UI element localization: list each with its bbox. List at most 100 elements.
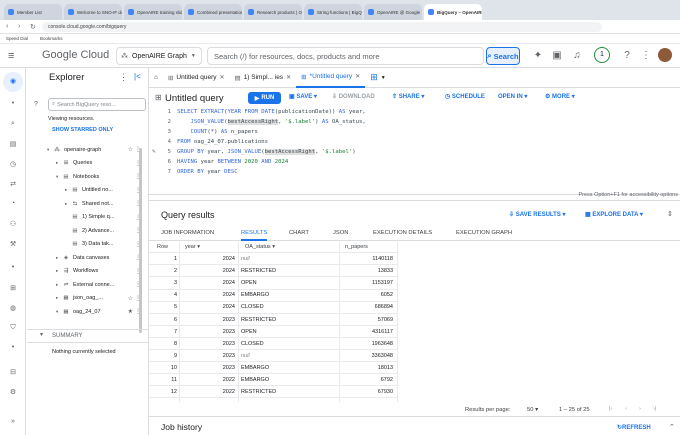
notifications-icon[interactable]: ♫ [571, 50, 583, 62]
table-row[interactable]: 5 2024 CLOSED 686894 [149, 302, 397, 314]
browser-tab[interactable]: Research products | Open [244, 4, 302, 20]
search-input[interactable]: Search (/) for resources, docs, products… [207, 47, 484, 65]
explorer-search-input[interactable]: ⌕ Search BigQuery reso... [48, 98, 146, 111]
history-icon[interactable]: ◷ [8, 160, 18, 170]
search-button[interactable]: ⌕ Search [486, 47, 520, 65]
hamburger-menu-icon[interactable]: ≡ [8, 50, 20, 62]
table-row[interactable]: 1 2024 null 1140118 [149, 254, 397, 266]
column-header-year[interactable]: year ▾ [185, 244, 200, 250]
url-field[interactable]: console.cloud.google.com/bigquery [42, 21, 602, 32]
dot-icon[interactable]: • [8, 264, 18, 274]
browser-tab[interactable]: BigQuery – OpenAIRE Gra [424, 4, 482, 20]
tree-item[interactable]: ▸ ⇶ Workflows ⋮ [27, 266, 143, 277]
help-icon[interactable]: ? [34, 101, 38, 108]
wrench-icon[interactable]: ⚒ [8, 240, 18, 250]
table-row[interactable]: 2 2024 RESTRICTED 13833 [149, 266, 397, 278]
tree-item[interactable]: ▾ ▦ oag_24_07 ★ ⋮ [27, 306, 143, 317]
browser-tab[interactable]: String functions | BigQue [304, 4, 362, 20]
tab-chart[interactable]: CHART [289, 230, 309, 236]
globe-icon[interactable]: ◍ [8, 304, 18, 314]
tree-item[interactable]: ▤ 2) Advance... ⋮ [27, 225, 143, 236]
tree-item[interactable]: ▸ ▦ json_oag_... ☆ ⋮ [27, 293, 143, 304]
shield-icon[interactable]: ⛉ [8, 324, 18, 334]
close-icon[interactable]: ✕ [286, 74, 291, 81]
back-icon[interactable]: ‹ [6, 23, 12, 30]
explorer-scrollbar[interactable] [139, 148, 142, 333]
tree-item[interactable]: ▸ ⇆ Shared not... ⋮ [27, 198, 143, 209]
bigquery-icon[interactable]: ◉ [8, 77, 18, 87]
share-button[interactable]: ⇧ SHARE ▾ [392, 93, 424, 100]
google-cloud-logo[interactable]: Google Cloud [42, 49, 109, 61]
tab-execution-graph[interactable]: EXECUTION GRAPH [456, 230, 512, 236]
column-header-n-papers[interactable]: n_papers [345, 244, 368, 250]
project-picker[interactable]: ⁂ OpenAIRE Graph ▼ [116, 47, 202, 65]
table-row[interactable]: 10 2023 EMBARGO 18013 [149, 363, 397, 375]
home-tab[interactable]: ⌂ [149, 68, 163, 88]
browser-tab[interactable]: Combined presentation [184, 4, 242, 20]
search-icon[interactable]: ⌕ [8, 120, 18, 130]
explore-data-button[interactable]: ▦ EXPLORE DATA ▾ [585, 211, 643, 218]
tab-results[interactable]: RESULTS [241, 230, 268, 241]
save-results-button[interactable]: ⇩ SAVE RESULTS ▾ [509, 211, 566, 218]
star-icon[interactable]: ★ [128, 308, 133, 315]
expand-results-icon[interactable]: ⇕ [667, 210, 673, 218]
table-row[interactable]: 7 2023 OPEN 4316117 [149, 327, 397, 338]
browser-tab[interactable]: Member List [4, 4, 62, 20]
dot-icon[interactable]: • [8, 100, 18, 110]
download-button[interactable]: ⇩ DOWNLOAD [332, 93, 375, 100]
table-row[interactable]: 6 2023 RESTRICTED 57069 [149, 315, 397, 326]
table-row[interactable]: 11 2022 EMBARGO 6792 [149, 375, 397, 387]
database-icon[interactable]: ▤ [8, 140, 18, 150]
table-row[interactable]: 4 2024 EMBARGO 6052 [149, 290, 397, 302]
tree-item[interactable]: ▾ ⁂ openaire-graph ☆ ⋮ [27, 144, 143, 155]
new-tab-button[interactable]: ⊞ ▼ [365, 68, 391, 88]
close-icon[interactable]: ✕ [355, 73, 360, 80]
tree-item[interactable]: ▤ 3) Data tak... ⋮ [27, 239, 143, 250]
trial-badge[interactable]: 1 [594, 47, 610, 63]
storage-icon[interactable]: ⊟ [8, 368, 18, 378]
close-icon[interactable]: ✕ [220, 74, 225, 81]
first-page-icon[interactable]: |‹ [609, 406, 612, 412]
star-icon[interactable]: ☆ [128, 146, 133, 153]
last-page-icon[interactable]: ›| [653, 406, 656, 412]
tab-execution-details[interactable]: EXECUTION DETAILS [373, 230, 432, 236]
schedule-icon[interactable]: ◔ [8, 200, 18, 210]
grid-icon[interactable]: ⊞ [8, 284, 18, 294]
browser-tab[interactable]: Welcome to SNO-IF docum [64, 4, 122, 20]
show-starred-button[interactable]: SHOW STARRED ONLY [52, 127, 113, 133]
table-row[interactable]: 3 2024 OPEN 1153197 [149, 278, 397, 290]
results-per-page-select[interactable]: 50 ▾ [527, 407, 538, 413]
browser-tab[interactable]: OpenAIRE training slides [124, 4, 182, 20]
summary-header[interactable]: SUMMARY [27, 329, 149, 343]
pipeline-icon[interactable]: ⚇ [8, 220, 18, 230]
browser-tab[interactable]: OpenAIRE @ Google [364, 4, 422, 20]
sql-editor[interactable]: 1 SELECT EXTRACT(YEAR FROM DATE(publicat… [149, 108, 680, 192]
star-icon[interactable]: ☆ [128, 295, 133, 302]
save-button[interactable]: ▣ SAVE ▾ [289, 93, 317, 100]
avatar[interactable] [658, 48, 672, 62]
tab-job-information[interactable]: JOB INFORMATION [161, 230, 214, 236]
expand-icon[interactable]: ⌃ [669, 423, 675, 431]
bookmark-speed-dial[interactable]: Speed Dial [6, 36, 28, 41]
more-vert-icon[interactable]: ⋮ [119, 72, 128, 83]
tab-untitled-query-1[interactable]: ⊞ Untitled query ✕ [163, 68, 230, 88]
table-row[interactable]: 8 2023 CLOSED 1963648 [149, 339, 397, 351]
bookmark-bookmarks[interactable]: Bookmarks [40, 36, 63, 41]
dot-icon[interactable]: • [8, 344, 18, 354]
tree-item[interactable]: ▤ 1) Simple q... ⋮ [27, 212, 143, 223]
prev-page-icon[interactable]: ‹ [625, 406, 627, 412]
schedule-button[interactable]: ◷ SCHEDULE [445, 93, 485, 100]
reload-icon[interactable]: ↻ [30, 23, 36, 31]
open-in-button[interactable]: OPEN IN ▾ [498, 93, 527, 100]
more-vert-icon[interactable]: ⋮ [640, 50, 652, 62]
expand-rail-icon[interactable]: » [8, 418, 18, 428]
tree-item[interactable]: ▸ ◈ Data canvases ⋮ [27, 252, 143, 263]
refresh-button[interactable]: ↻REFRESH [617, 424, 651, 431]
terminal-icon[interactable]: ▣ [551, 50, 563, 62]
table-row[interactable]: 9 2023 null 3363048 [149, 351, 397, 363]
tab-simple-queries[interactable]: ▤ 1) Simpl... ies ✕ [230, 68, 297, 88]
forward-icon[interactable]: › [18, 23, 24, 30]
more-button[interactable]: ⚙ MORE ▾ [545, 93, 575, 100]
transfer-icon[interactable]: ⇄ [8, 180, 18, 190]
tree-item[interactable]: ▸ ▤ Untitled no... ⋮ [27, 185, 143, 196]
